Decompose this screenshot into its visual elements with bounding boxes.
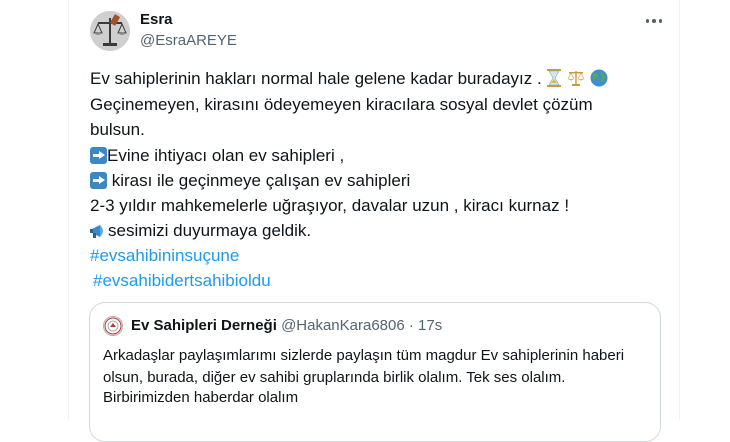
quoted-author-name[interactable]: Ev Sahipleri Derneği <box>131 317 277 334</box>
separator: · <box>408 317 414 334</box>
quoted-line: Arkadaşlar paylaşımlarımı sizlerde payla… <box>103 347 625 364</box>
avatar[interactable] <box>90 11 130 51</box>
quoted-header: Ev Sahipleri Derneği @HakanKara6806 · 17… <box>131 316 442 336</box>
quoted-author-handle[interactable]: @HakanKara6806 <box>281 317 405 334</box>
tweet-line: bulsun. <box>90 120 145 139</box>
right-arrow-icon <box>90 172 107 189</box>
tweet-line: sesimizi duyurmaya geldik. <box>90 220 311 245</box>
tweet-line: kirası ile geçinmeye çalışan ev sahipler… <box>90 170 410 192</box>
tweet-line: Evine ihtiyacı olan ev sahipleri , <box>90 145 344 167</box>
quoted-time[interactable]: 17s <box>418 317 442 334</box>
hourglass-icon <box>546 69 562 93</box>
megaphone-icon <box>90 223 108 245</box>
author-handle[interactable]: @EsraAREYE <box>140 32 237 49</box>
hashtag-link[interactable]: #evsahibininsuçune <box>90 245 239 267</box>
quoted-avatar <box>103 316 123 336</box>
quoted-line: Birbirimizden haberdar olalım <box>103 389 299 406</box>
tweet-line: Ev sahiplerinin hakları normal hale gele… <box>90 68 608 93</box>
tweet-line-text: sesimizi duyurmaya geldik. <box>108 221 312 240</box>
author-name[interactable]: Esra <box>140 11 173 28</box>
tweet-line: Geçinemeyen, kirasını ödeyemeyen kiracıl… <box>90 95 593 114</box>
scales-icon <box>567 69 585 93</box>
tweet-line-text: Ev sahiplerinin hakları normal hale gele… <box>90 69 542 88</box>
more-options-button[interactable] <box>643 12 665 30</box>
globe-icon <box>590 69 608 93</box>
scales-avatar-icon <box>90 11 130 51</box>
quoted-line: olsun, burada, diğer ev sahibi grupların… <box>103 369 566 386</box>
more-horizontal-icon <box>645 19 650 23</box>
tweet-line-text: Evine ihtiyacı olan ev sahipleri , <box>107 146 345 165</box>
tweet-line: 2-3 yıldır mahkemelerle uğraşıyor, daval… <box>90 196 570 215</box>
tweet-line-text: kirası ile geçinmeye çalışan ev sahipler… <box>107 171 411 190</box>
hashtag-link[interactable]: #evsahibidertsahibioldu <box>93 270 271 292</box>
association-logo-icon <box>104 317 122 335</box>
right-arrow-icon <box>90 147 107 164</box>
